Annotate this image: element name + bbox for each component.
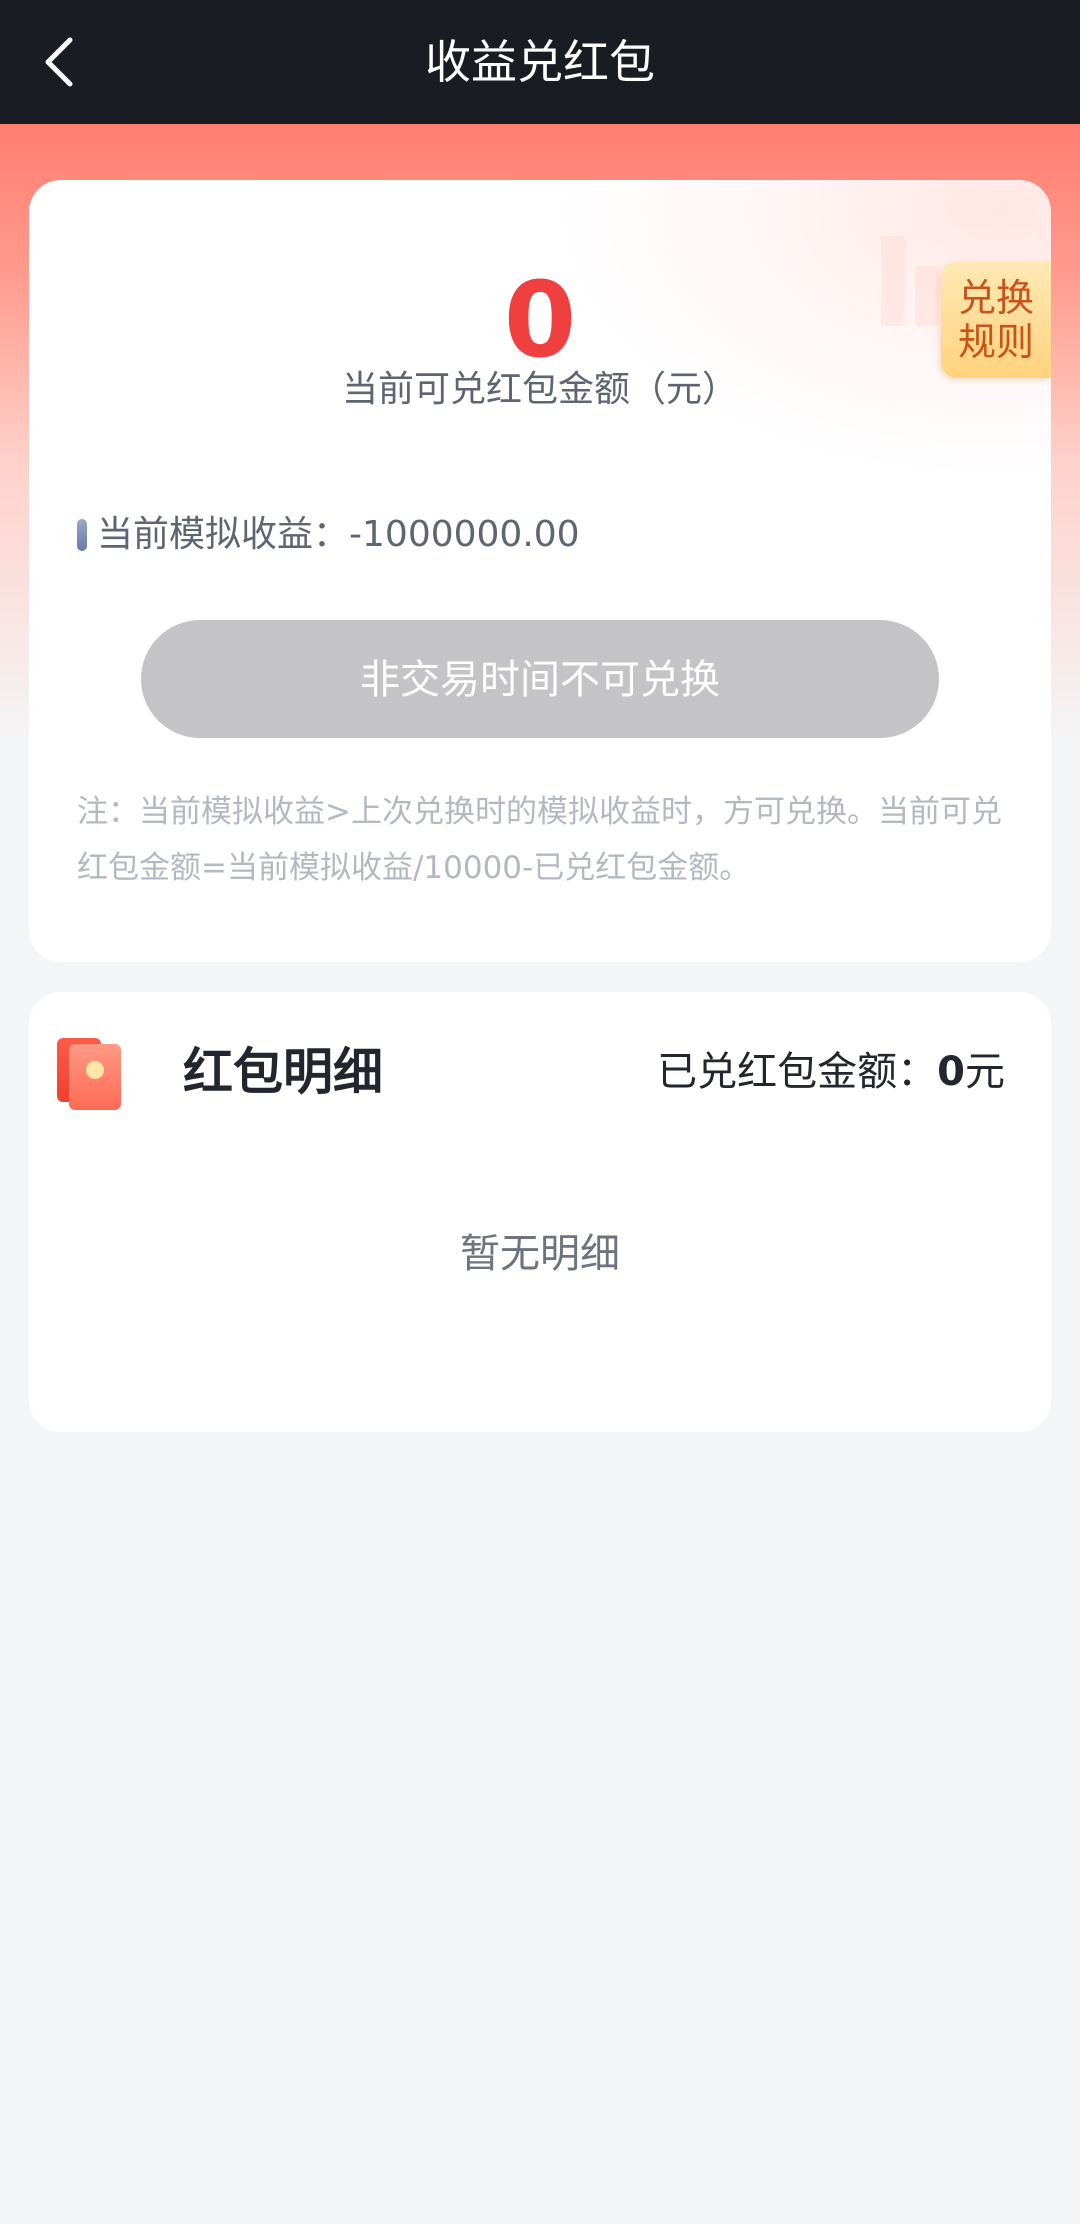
empty-state: 暂无明细 [460,1231,620,1277]
redeemable-amount-label: 当前可兑红包金额（元） [341,369,738,410]
red-packet-icon [57,1038,121,1110]
navbar: 收益兑红包 [0,0,1080,124]
redeemed-amount-value: 0 [937,1049,965,1095]
exchange-summary-card: 兑换 规则 0 当前可兑红包金额（元） 当前模拟收益： -1000000.00 … [29,180,1051,962]
page: 收益兑红包 兑换 规则 0 当前可兑红包金额（元） 当前模拟收益： -10000… [0,0,1080,2224]
detail-header: 红包明细 已兑红包金额：0元 [57,1032,1005,1112]
simulated-earnings-label: 当前模拟收益： [97,514,350,555]
simulated-earnings-row: 当前模拟收益： -1000000.00 [77,510,580,560]
simulated-earnings-value: -1000000.00 [349,514,580,555]
exchange-button[interactable]: 非交易时间不可兑换 [141,620,939,738]
redeemed-amount-label: 已兑红包金额： [657,1049,938,1095]
exchange-note: 注：当前模拟收益>上次兑换时的模拟收益时，方可兑换。当前可兑红包金额=当前模拟收… [77,794,1002,886]
red-packet-detail-card: 红包明细 已兑红包金额：0元 暂无明细 [29,992,1051,1432]
redeemed-amount: 已兑红包金额：0元 [657,1032,1005,1112]
detail-title: 红包明细 [183,1043,383,1101]
page-title: 收益兑红包 [425,35,655,89]
redeemed-amount-unit: 元 [965,1049,1005,1095]
redeemable-amount: 0 [503,259,577,381]
accent-bar [77,519,87,551]
